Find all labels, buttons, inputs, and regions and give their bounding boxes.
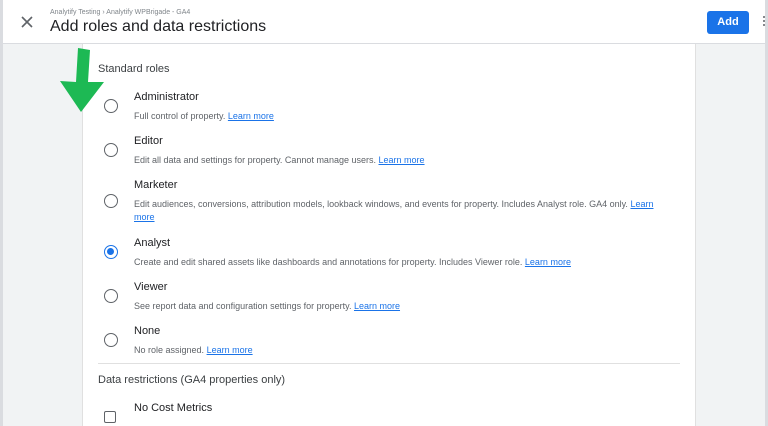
learn-more-link[interactable]: Learn more bbox=[228, 111, 274, 121]
learn-more-link[interactable]: Learn more bbox=[525, 257, 571, 267]
learn-more-link[interactable]: Learn more bbox=[207, 345, 253, 355]
role-desc-editor: Edit all data and settings for property.… bbox=[134, 155, 425, 165]
role-name-editor: Editor bbox=[134, 135, 163, 147]
role-desc-marketer: Edit audiences, conversions, attribution… bbox=[134, 199, 654, 222]
dialog-header: Analytify Testing › Analytify WPBrigade … bbox=[3, 0, 765, 44]
left-edge bbox=[0, 0, 3, 426]
breadcrumb: Analytify Testing › Analytify WPBrigade … bbox=[50, 9, 191, 16]
data-restrictions-heading: Data restrictions (GA4 properties only) bbox=[98, 374, 286, 386]
close-icon bbox=[21, 16, 33, 28]
roles-card: Standard roles Administrator Full contro… bbox=[82, 44, 696, 426]
restriction-name-no-cost-metrics: No Cost Metrics bbox=[134, 402, 213, 414]
radio-none[interactable] bbox=[104, 333, 118, 347]
role-name-viewer: Viewer bbox=[134, 281, 168, 293]
role-name-administrator: Administrator bbox=[134, 91, 199, 103]
role-desc-administrator: Full control of property. Learn more bbox=[134, 111, 274, 121]
learn-more-link[interactable]: Learn more bbox=[354, 301, 400, 311]
role-name-marketer: Marketer bbox=[134, 179, 178, 191]
radio-analyst[interactable] bbox=[104, 245, 118, 259]
add-button[interactable]: Add bbox=[707, 11, 749, 34]
section-divider bbox=[98, 363, 680, 364]
role-desc-none: No role assigned. Learn more bbox=[134, 345, 253, 355]
radio-editor[interactable] bbox=[104, 143, 118, 157]
role-name-analyst: Analyst bbox=[134, 237, 171, 249]
arrow-down-icon bbox=[60, 48, 104, 112]
checkbox-no-cost-metrics[interactable] bbox=[104, 411, 116, 423]
role-name-none: None bbox=[134, 325, 161, 337]
radio-viewer[interactable] bbox=[104, 289, 118, 303]
role-desc-analyst: Create and edit shared assets like dashb… bbox=[134, 257, 571, 267]
page-title: Add roles and data restrictions bbox=[50, 18, 267, 35]
close-button[interactable] bbox=[17, 12, 37, 32]
more-vert-icon[interactable] bbox=[762, 16, 766, 30]
role-desc-viewer: See report data and configuration settin… bbox=[134, 301, 401, 311]
radio-marketer[interactable] bbox=[104, 194, 118, 208]
learn-more-link[interactable]: Learn more bbox=[379, 155, 425, 165]
